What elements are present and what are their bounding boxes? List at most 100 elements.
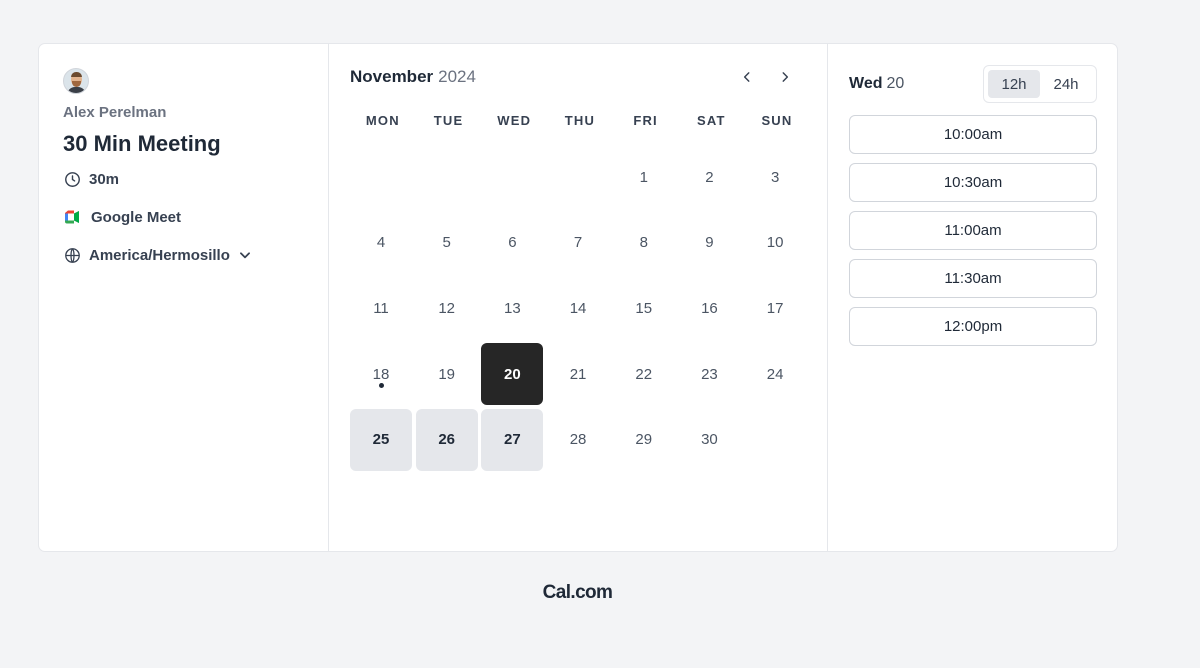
event-info-panel: Alex Perelman 30 Min Meeting 30m Google … [39, 44, 329, 551]
day-26[interactable]: 26 [415, 408, 478, 471]
format-12h[interactable]: 12h [988, 70, 1040, 98]
day-number: 22 [635, 365, 653, 383]
day-19: 19 [416, 343, 478, 405]
brand-logo: Cal.com [542, 582, 613, 603]
time-slot-button[interactable]: 10:00am [849, 115, 1097, 154]
globe-icon [63, 246, 81, 264]
day-number: 21 [569, 365, 587, 383]
day-number: 13 [504, 299, 521, 317]
time-slot-button[interactable]: 12:00pm [849, 307, 1097, 346]
day-number: 24 [766, 365, 784, 383]
day-20[interactable]: 20 [481, 343, 544, 406]
weekday-sat: SAT [696, 113, 726, 128]
day-5: 5 [416, 212, 478, 274]
day-number: 4 [376, 234, 386, 252]
today-dot [378, 383, 384, 389]
google-meet-icon [63, 208, 81, 226]
time-slot-button[interactable]: 11:30am [849, 259, 1097, 298]
slots-header: Wed 20 12h 24h [849, 65, 1097, 103]
chevron-down-icon [238, 248, 252, 262]
month-nav [736, 66, 796, 88]
host-name: Alex Perelman [63, 104, 167, 121]
day-number: 30 [701, 431, 718, 449]
chevron-left-icon [743, 72, 750, 82]
day-number: 10 [766, 234, 784, 252]
day-number: 18 [372, 365, 390, 383]
duration-label: 30m [89, 170, 120, 188]
day-25[interactable]: 25 [350, 408, 412, 471]
day-3: 3 [744, 146, 806, 208]
day-29: 29 [613, 409, 675, 471]
location-label: Google Meet [91, 208, 182, 226]
day-number: 26 [438, 431, 456, 449]
day-number: 12 [438, 299, 456, 317]
weekday-sun: SUN [761, 113, 793, 128]
format-24h[interactable]: 24h [1040, 70, 1092, 98]
day-number: 11 [373, 299, 389, 317]
day-number: 2 [705, 168, 714, 186]
day-number: 5 [442, 234, 451, 252]
weekday-tue: TUE [433, 113, 464, 128]
time-slot-button[interactable]: 10:30am [849, 163, 1097, 202]
day-number: 15 [635, 299, 653, 317]
day-22: 22 [613, 343, 675, 405]
day-number: 1 [639, 168, 648, 186]
day-11: 11 [350, 277, 412, 339]
day-21: 21 [547, 343, 609, 405]
prev-month-button[interactable] [736, 66, 758, 88]
day-18: 18 [350, 343, 412, 405]
event-title: 30 Min Meeting [63, 131, 221, 156]
day-28: 28 [547, 409, 609, 471]
day-number: 20 [504, 365, 521, 383]
weekday-thu: THU [564, 113, 596, 128]
time-format-toggle: 12h 24h [983, 65, 1097, 103]
day-17: 17 [744, 277, 806, 339]
time-slots-panel: Wed 20 12h 24h 10:00am 10:30am 11:00am 11:30a… [828, 44, 1117, 551]
weekday-wed: WED [497, 113, 532, 128]
weekday-fri: FRI [633, 113, 658, 128]
calendar-panel: November 2024 MON TUE WED THU FRI SAT SUN 12345… [329, 44, 828, 551]
calendar-grid: 1 2 3 4 5 6 7 8 9 10 11 12 13 14 15 16 17 18 19 20 21 22 23 24 2… [350, 146, 806, 471]
day-number: 9 [705, 234, 714, 252]
day-30: 30 [678, 409, 740, 471]
day-9: 9 [678, 212, 740, 274]
calendar-header: November 2024 [350, 66, 806, 88]
day-27[interactable]: 27 [481, 408, 544, 471]
month-label: November [350, 67, 434, 86]
day-number: 27 [504, 431, 521, 449]
day-number: 16 [701, 299, 718, 317]
day-number: 25 [372, 431, 390, 449]
booking-card: Alex Perelman 30 Min Meeting 30m Google … [38, 43, 1118, 552]
day-14: 14 [547, 277, 609, 339]
day-12: 12 [416, 277, 478, 339]
day-4: 4 [350, 212, 412, 274]
day-7: 7 [547, 212, 609, 274]
day-23: 23 [678, 343, 740, 405]
day-1: 1 [613, 146, 675, 208]
day-number: 7 [573, 234, 583, 252]
day-number: 3 [770, 168, 780, 186]
timezone-selector[interactable]: America/Hermosillo [63, 241, 304, 269]
day-10: 10 [744, 212, 806, 274]
day-number: 17 [766, 299, 784, 317]
avatar [63, 68, 89, 94]
timezone-label: America/Hermosillo [89, 246, 230, 264]
day-number: 6 [508, 234, 517, 252]
selected-date: Wed 20 [849, 75, 904, 93]
day-6: 6 [481, 212, 543, 274]
next-month-button[interactable] [774, 66, 796, 88]
day-13: 13 [481, 277, 543, 339]
chevron-right-icon [782, 72, 789, 82]
day-number: 14 [569, 299, 587, 317]
time-slot-button[interactable]: 11:00am [849, 211, 1097, 250]
day-16: 16 [678, 277, 740, 339]
location-row: Google Meet [63, 203, 304, 231]
day-number: 19 [438, 365, 456, 383]
day-number: 23 [701, 365, 718, 383]
selected-day-number: 20 [886, 75, 905, 92]
weekday-mon: MON [365, 113, 400, 128]
slot-list: 10:00am 10:30am 11:00am 11:30am 12:00pm [849, 115, 1097, 346]
clock-icon [63, 170, 81, 188]
weekday-header: MON TUE WED THU FRI SAT SUN [350, 113, 806, 128]
day-15: 15 [613, 277, 675, 339]
